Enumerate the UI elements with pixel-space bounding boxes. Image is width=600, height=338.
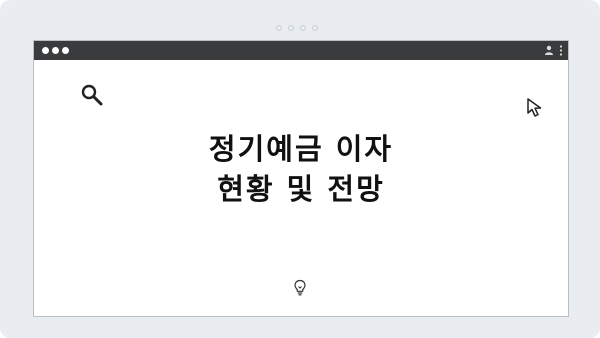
window-titlebar (34, 41, 568, 60)
page-background: 정기예금 이자 현황 및 전망 (0, 0, 600, 338)
cursor-arrow-icon (527, 98, 542, 117)
browser-window: 정기예금 이자 현황 및 전망 (33, 40, 569, 317)
lightbulb-icon (294, 279, 306, 296)
page-title: 정기예금 이자 현황 및 전망 (208, 132, 394, 206)
window-controls (42, 47, 69, 54)
search-icon (81, 84, 103, 106)
pagination-dots (276, 25, 318, 31)
page-dot (312, 25, 318, 31)
window-maximize-button[interactable] (62, 47, 69, 54)
window-close-button[interactable] (42, 47, 49, 54)
window-minimize-button[interactable] (52, 47, 59, 54)
user-icon[interactable] (544, 45, 554, 55)
kebab-menu-icon[interactable] (559, 45, 563, 56)
page-dot (288, 25, 294, 31)
page-dot (300, 25, 306, 31)
page-dot (276, 25, 282, 31)
